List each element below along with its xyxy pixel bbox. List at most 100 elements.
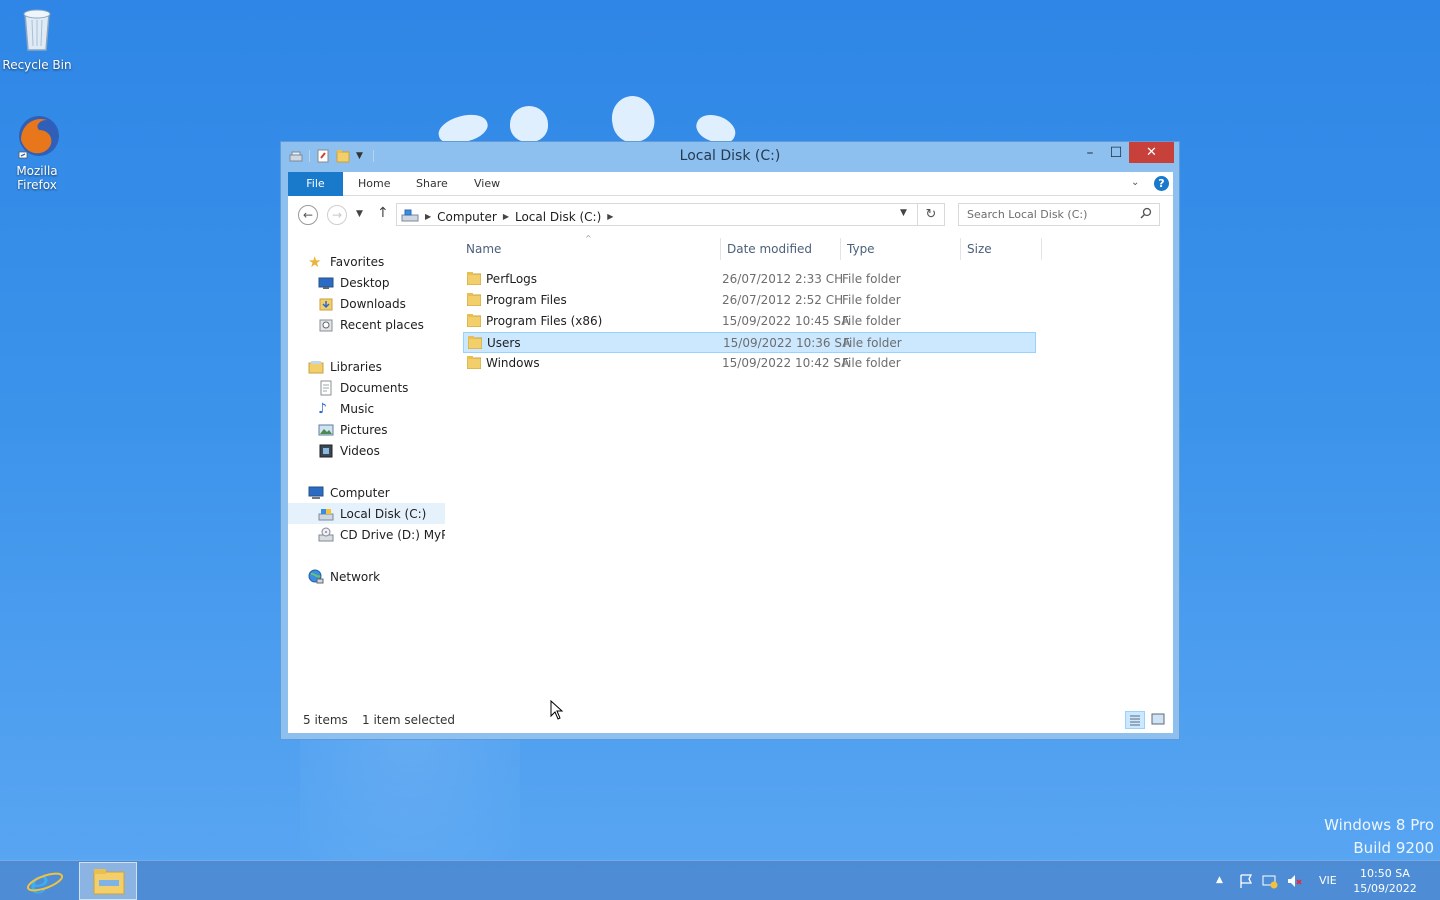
nav-item-cd-drive[interactable]: CD Drive (D:) MyPal	[318, 524, 445, 545]
search-box[interactable]	[958, 203, 1160, 226]
file-date: 26/07/2012 2:52 CH	[722, 293, 844, 307]
clock-date: 15/09/2022	[1353, 882, 1417, 895]
up-button[interactable]: ↑	[377, 205, 389, 221]
expand-ribbon-icon[interactable]: ⌄	[1131, 177, 1139, 188]
desktop-icon-recycle-bin[interactable]: Recycle Bin	[0, 6, 74, 72]
tab-view[interactable]: View	[474, 172, 500, 196]
desktop-icon-firefox[interactable]: Mozilla Firefox	[0, 112, 74, 192]
search-input[interactable]	[959, 204, 1139, 225]
nav-favorites[interactable]: ★ Favorites	[308, 251, 384, 272]
nav-item-label: Local Disk (C:)	[340, 506, 427, 521]
nav-libraries[interactable]: Libraries	[308, 356, 382, 377]
folder-icon	[466, 293, 482, 307]
taskbar-clock[interactable]: 10:50 SA 15/09/2022	[1346, 866, 1424, 896]
file-type: File folder	[842, 314, 901, 328]
nav-item-documents[interactable]: Documents	[318, 377, 408, 398]
recent-places-icon	[318, 317, 334, 333]
large-icons-view-button[interactable]	[1149, 711, 1169, 729]
network-status-icon[interactable]	[1262, 873, 1278, 892]
file-name: Program Files	[486, 293, 567, 307]
music-icon: ♪	[318, 400, 327, 417]
status-item-count: 5 items	[303, 713, 348, 727]
breadcrumb-computer[interactable]: Computer	[437, 210, 497, 224]
volume-muted-icon[interactable]	[1286, 873, 1302, 892]
search-icon[interactable]	[1140, 207, 1152, 222]
documents-icon	[318, 380, 334, 396]
close-button[interactable]: ✕	[1129, 142, 1174, 163]
file-list: ^ Name Date modified Type Size PerfLogs …	[458, 234, 1173, 720]
breadcrumb-separator-icon[interactable]: ▶	[425, 212, 431, 221]
table-row[interactable]: PerfLogs 26/07/2012 2:33 CH File folder	[463, 269, 1036, 290]
column-divider[interactable]	[960, 238, 961, 260]
table-row[interactable]: Program Files 26/07/2012 2:52 CH File fo…	[463, 290, 1036, 311]
back-button[interactable]: ←	[298, 205, 318, 225]
videos-icon	[318, 443, 334, 459]
input-language-indicator[interactable]: VIE	[1319, 874, 1337, 887]
nav-item-recent-places[interactable]: Recent places	[318, 314, 424, 335]
file-type: File folder	[842, 293, 901, 307]
maximize-button[interactable]: ☐	[1103, 142, 1129, 163]
folder-icon	[467, 336, 483, 350]
tab-home[interactable]: Home	[358, 172, 390, 196]
file-date: 15/09/2022 10:36 SA	[723, 336, 851, 350]
file-name: Windows	[486, 356, 540, 370]
file-type: File folder	[843, 336, 902, 350]
wallpaper-petal	[510, 106, 548, 142]
column-divider[interactable]	[720, 238, 721, 260]
network-icon	[308, 569, 324, 585]
nav-item-videos[interactable]: Videos	[318, 440, 380, 461]
column-header-name[interactable]: Name	[466, 242, 501, 256]
nav-computer[interactable]: Computer	[308, 482, 390, 503]
libraries-icon	[308, 359, 324, 375]
status-bar: 5 items 1 item selected	[288, 709, 1173, 733]
nav-item-label: Music	[340, 401, 375, 416]
file-name: Program Files (x86)	[486, 314, 603, 328]
details-view-button[interactable]	[1125, 711, 1145, 729]
file-date: 15/09/2022 10:45 SA	[722, 314, 850, 328]
cd-drive-icon	[318, 527, 334, 543]
recycle-bin-icon	[15, 6, 59, 54]
address-bar[interactable]: ▶ Computer ▶ Local Disk (C:) ▶ ▼	[396, 203, 918, 226]
breadcrumb-local-disk[interactable]: Local Disk (C:)	[515, 210, 601, 224]
tab-share[interactable]: Share	[416, 172, 448, 196]
minimize-button[interactable]: –	[1077, 142, 1103, 163]
nav-item-pictures[interactable]: Pictures	[318, 419, 388, 440]
file-date: 26/07/2012 2:33 CH	[722, 272, 844, 286]
address-dropdown-icon[interactable]: ▼	[900, 208, 907, 218]
nav-item-local-disk[interactable]: Local Disk (C:)	[288, 503, 445, 524]
table-row-selected[interactable]: Users 15/09/2022 10:36 SA File folder	[463, 332, 1036, 353]
column-header-date-modified[interactable]: Date modified	[727, 242, 812, 256]
column-divider[interactable]	[1041, 238, 1042, 260]
nav-network[interactable]: Network	[308, 566, 380, 587]
taskbar-internet-explorer[interactable]: e	[16, 862, 74, 900]
table-row[interactable]: Windows 15/09/2022 10:42 SA File folder	[463, 353, 1036, 374]
desktop-icon	[318, 275, 334, 291]
firefox-icon	[15, 112, 59, 160]
help-icon[interactable]: ?	[1154, 176, 1169, 191]
nav-libraries-label: Libraries	[330, 359, 382, 374]
refresh-button[interactable]: ↻	[918, 203, 945, 226]
column-divider[interactable]	[840, 238, 841, 260]
breadcrumb-separator-icon[interactable]: ▶	[607, 212, 613, 221]
nav-item-label: CD Drive (D:) MyPal	[340, 527, 445, 542]
forward-button[interactable]: →	[327, 205, 347, 225]
title-bar[interactable]: ▼ Local Disk (C:) – ☐ ✕	[281, 142, 1179, 172]
nav-item-desktop[interactable]: Desktop	[318, 272, 390, 293]
breadcrumb-separator-icon[interactable]: ▶	[503, 212, 509, 221]
tab-file[interactable]: File	[288, 172, 343, 196]
sort-ascending-icon: ^	[585, 234, 592, 243]
star-icon: ★	[308, 252, 322, 271]
nav-item-label: Videos	[340, 443, 380, 458]
table-row[interactable]: Program Files (x86) 15/09/2022 10:45 SA …	[463, 311, 1036, 332]
show-hidden-icons-button[interactable]: ▲	[1216, 875, 1223, 885]
file-name: Users	[487, 336, 521, 350]
nav-item-downloads[interactable]: Downloads	[318, 293, 406, 314]
recent-locations-icon[interactable]: ▼	[356, 209, 363, 219]
action-center-flag-icon[interactable]	[1238, 873, 1254, 892]
column-header-type[interactable]: Type	[847, 242, 875, 256]
nav-item-music[interactable]: ♪ Music	[318, 398, 374, 419]
taskbar-file-explorer[interactable]	[79, 862, 137, 900]
column-header-size[interactable]: Size	[967, 242, 992, 256]
desktop-icon-label: Mozilla Firefox	[16, 164, 58, 192]
ribbon-tabs: File Home Share View ⌄ ?	[288, 172, 1173, 196]
